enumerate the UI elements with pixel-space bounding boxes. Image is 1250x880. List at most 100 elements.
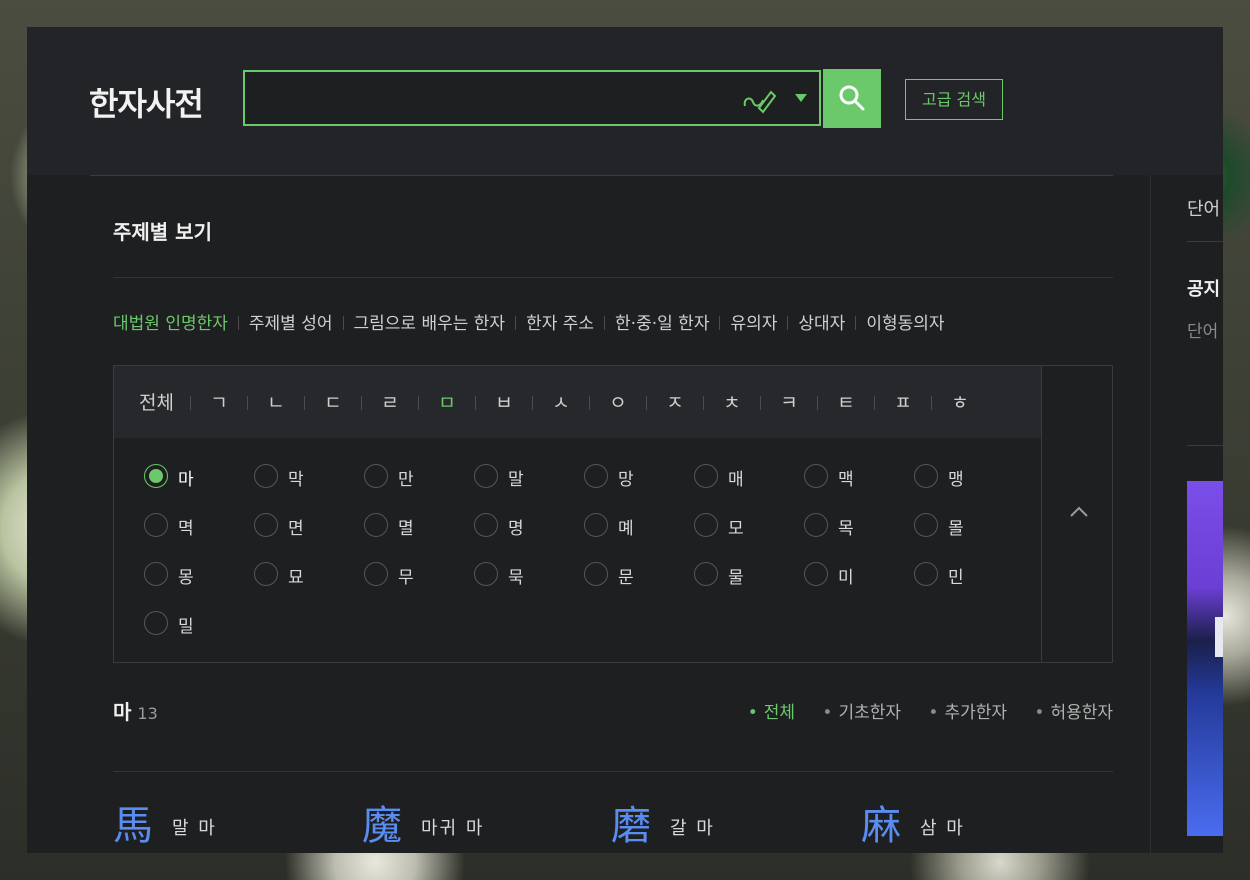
consonant-item[interactable]: ㄹ — [373, 388, 407, 415]
consonant-item-active[interactable]: ㅁ — [430, 388, 464, 415]
consonant-item[interactable]: ㅅ — [544, 388, 578, 415]
radio-circle[interactable] — [584, 464, 608, 488]
filter-basic-hanja[interactable]: 기초한자 — [822, 698, 901, 723]
syllable-radio[interactable]: 물 — [694, 561, 804, 591]
hanja-item[interactable]: 磨 갈 마 — [611, 796, 851, 849]
search-input[interactable] — [255, 80, 729, 118]
hanja-item[interactable]: 馬 말 마 — [113, 796, 353, 849]
radio-circle[interactable] — [804, 562, 828, 586]
hanja-item[interactable]: 麻 삼 마 — [861, 796, 1101, 849]
filter-all[interactable]: 전체 — [748, 698, 795, 723]
advanced-search-button[interactable]: 고급 검색 — [905, 79, 1003, 120]
tab-kcj-hanja[interactable]: 한·중·일 한자 — [615, 309, 709, 334]
radio-circle[interactable] — [254, 562, 278, 586]
chevron-up-icon[interactable] — [1069, 504, 1089, 518]
syllable-radio[interactable]: 밀 — [144, 610, 254, 640]
radio-circle[interactable] — [694, 513, 718, 537]
radio-circle[interactable] — [364, 562, 388, 586]
radio-circle[interactable] — [914, 562, 938, 586]
consonant-all[interactable]: 전체 — [139, 388, 179, 415]
search-button[interactable] — [823, 69, 881, 128]
hanja-character[interactable]: 麻 — [861, 793, 901, 851]
sidebar-link[interactable]: 단어 — [1187, 195, 1220, 221]
syllable-radio[interactable]: 마 — [144, 463, 254, 493]
syllable-radio[interactable]: 말 — [474, 463, 584, 493]
handwriting-pen-icon[interactable] — [741, 84, 777, 114]
consonant-item[interactable]: ㄴ — [259, 388, 293, 415]
syllable-radio[interactable]: 민 — [914, 561, 1024, 591]
tab-hanja-address[interactable]: 한자 주소 — [526, 309, 594, 334]
hanja-character[interactable]: 馬 — [113, 793, 153, 851]
radio-circle[interactable] — [474, 464, 498, 488]
syllable-label: 몌 — [618, 519, 634, 539]
radio-circle[interactable] — [474, 513, 498, 537]
radio-circle[interactable] — [914, 464, 938, 488]
site-logo[interactable]: 한자사전 — [89, 79, 204, 125]
syllable-radio[interactable]: 맹 — [914, 463, 1024, 493]
consonant-item[interactable]: ㄷ — [316, 388, 350, 415]
syllable-radio[interactable]: 막 — [254, 463, 364, 493]
radio-circle[interactable] — [254, 464, 278, 488]
syllable-radio[interactable]: 멸 — [364, 512, 474, 542]
consonant-item[interactable]: ㅊ — [715, 388, 749, 415]
syllable-radio[interactable]: 몰 — [914, 512, 1024, 542]
consonant-item[interactable]: ㅋ — [772, 388, 806, 415]
radio-circle[interactable] — [804, 464, 828, 488]
consonant-item[interactable]: ㄱ — [202, 388, 236, 415]
radio-circle[interactable] — [804, 513, 828, 537]
syllable-radio[interactable]: 목 — [804, 512, 914, 542]
consonant-item[interactable]: ㅂ — [487, 388, 521, 415]
tab-court-name-hanja[interactable]: 대법원 인명한자 — [113, 309, 228, 334]
syllable-radio[interactable]: 면 — [254, 512, 364, 542]
radio-circle[interactable] — [584, 562, 608, 586]
syllable-label: 묵 — [508, 568, 524, 588]
syllable-radio[interactable]: 만 — [364, 463, 474, 493]
consonant-item[interactable]: ㅌ — [829, 388, 863, 415]
hanja-character[interactable]: 魔 — [362, 793, 402, 851]
tab-variant-characters[interactable]: 이형동의자 — [866, 309, 944, 334]
syllable-radio[interactable]: 묵 — [474, 561, 584, 591]
dropdown-arrow-icon[interactable] — [795, 94, 807, 102]
consonant-item[interactable]: ㅍ — [886, 388, 920, 415]
radio-circle[interactable] — [694, 562, 718, 586]
consonant-item[interactable]: ㅈ — [658, 388, 692, 415]
notice-text[interactable]: 단어 — [1187, 317, 1218, 342]
radio-circle[interactable] — [364, 464, 388, 488]
radio-circle[interactable] — [914, 513, 938, 537]
syllable-radio[interactable]: 무 — [364, 561, 474, 591]
filter-additional-hanja[interactable]: 추가한자 — [928, 698, 1007, 723]
syllable-radio[interactable]: 망 — [584, 463, 694, 493]
hanja-dictionary-panel: 한자사전 고급 검색 주제별 보기 대법원 인명한자 주제별 성어 그림으로 배우는… — [27, 27, 1223, 853]
radio-circle[interactable] — [694, 464, 718, 488]
tab-synonyms[interactable]: 유의자 — [730, 309, 777, 334]
syllable-radio[interactable]: 미 — [804, 561, 914, 591]
syllable-radio[interactable]: 묘 — [254, 561, 364, 591]
syllable-radio[interactable]: 명 — [474, 512, 584, 542]
consonant-item[interactable]: ㅎ — [943, 388, 977, 415]
syllable-radio[interactable]: 모 — [694, 512, 804, 542]
hanja-character[interactable]: 磨 — [611, 793, 651, 851]
radio-circle[interactable] — [144, 611, 168, 635]
syllable-radio[interactable]: 매 — [694, 463, 804, 493]
tab-idioms[interactable]: 주제별 성어 — [249, 309, 333, 334]
syllable-radio[interactable]: 멱 — [144, 512, 254, 542]
tab-antonyms[interactable]: 상대자 — [798, 309, 845, 334]
syllable-radio[interactable]: 몽 — [144, 561, 254, 591]
syllable-radio[interactable]: 몌 — [584, 512, 694, 542]
hanja-item[interactable]: 魔 마귀 마 — [362, 796, 602, 849]
radio-circle[interactable] — [144, 513, 168, 537]
radio-circle[interactable] — [474, 562, 498, 586]
syllable-radio[interactable]: 맥 — [804, 463, 914, 493]
consonant-item[interactable]: ㅇ — [601, 388, 635, 415]
syllable-radio[interactable]: 문 — [584, 561, 694, 591]
radio-circle[interactable] — [144, 562, 168, 586]
radio-circle[interactable] — [254, 513, 278, 537]
radio-circle[interactable] — [584, 513, 608, 537]
radio-circle[interactable] — [364, 513, 388, 537]
consonant-separator — [190, 396, 191, 410]
consonant-separator — [475, 396, 476, 410]
tab-picture-hanja[interactable]: 그림으로 배우는 한자 — [354, 309, 506, 334]
radio-circle[interactable] — [144, 464, 168, 488]
ad-banner[interactable] — [1187, 481, 1223, 836]
filter-allowed-hanja[interactable]: 허용한자 — [1034, 698, 1113, 723]
